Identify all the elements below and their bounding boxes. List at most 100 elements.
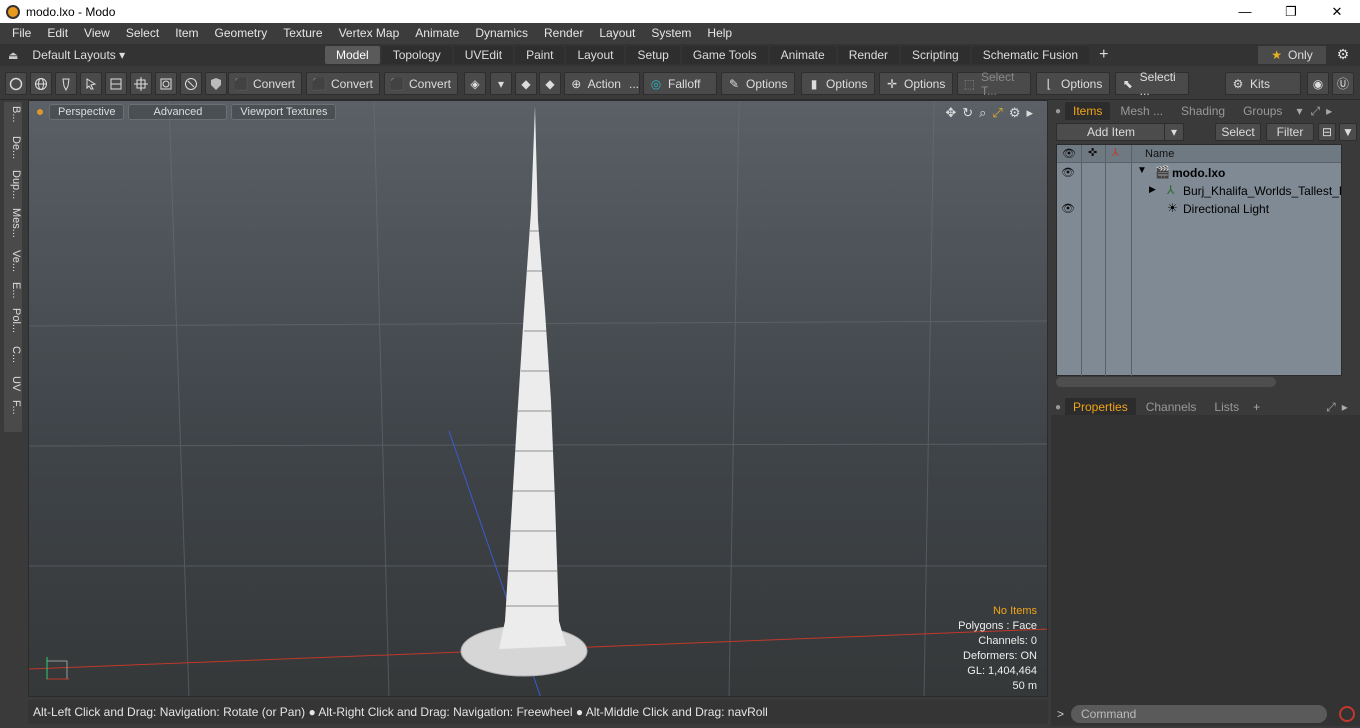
tab-paint[interactable]: Paint [515,46,565,64]
record-icon[interactable] [1339,706,1355,722]
viewport-expand-icon[interactable]: ▸ [1026,105,1033,121]
menu-item[interactable]: Item [167,23,206,44]
tab-items[interactable]: Items [1065,102,1111,120]
3d-viewport[interactable]: Perspective Advanced Viewport Textures ✥… [28,100,1048,697]
tab-groups[interactable]: Groups [1235,102,1290,120]
vtab-uv[interactable]: UV [4,376,22,391]
tree-horizontal-scrollbar[interactable] [1056,377,1276,387]
kits-button[interactable]: ⚙ Kits [1225,72,1301,95]
falloff-button[interactable]: ◎ Falloff [643,72,717,95]
expand-triangle-icon[interactable]: ▼ [1137,165,1147,176]
symmetry-button[interactable]: ◈ [464,72,486,95]
collapse-triangle-icon[interactable]: ▶ [1149,184,1156,195]
collapse-button[interactable]: ⊟ [1318,123,1336,141]
menu-view[interactable]: View [76,23,118,44]
name-column-header[interactable]: Name [1145,148,1174,160]
shield-toggle-button[interactable] [205,72,227,95]
vtab-vertex[interactable]: Ve... [4,250,22,272]
options-button-1[interactable]: ✎ Options [721,72,795,95]
tab-channels[interactable]: Channels [1138,398,1205,416]
tab-mesh[interactable]: Mesh ... [1112,102,1171,120]
select-vertices-button[interactable] [5,72,27,95]
tab-game-tools[interactable]: Game Tools [681,46,768,64]
select-items-button[interactable] [80,72,102,95]
unity-button[interactable]: ◉ [1307,72,1329,95]
tab-model[interactable]: Model [325,46,380,64]
convert-button-1[interactable]: ⬛ Convert [228,72,302,95]
convert-button-2[interactable]: ⬛ Convert [306,72,380,95]
panel-arrow-icon[interactable]: ▸ [1326,104,1332,118]
tab-lists[interactable]: Lists [1206,398,1247,416]
menu-render[interactable]: Render [536,23,591,44]
shading-dropdown[interactable]: Advanced [128,104,228,120]
fit-icon[interactable]: ⤢ [992,105,1002,121]
select-button[interactable]: Select [1215,123,1261,141]
menu-animate[interactable]: Animate [407,23,467,44]
panel-arrow-icon[interactable]: ▸ [1342,400,1348,414]
vtab-deform[interactable]: De... [4,136,22,159]
command-input[interactable]: Command [1071,705,1327,723]
select-polygons-button[interactable] [55,72,77,95]
menu-system[interactable]: System [643,23,699,44]
snap-button[interactable]: ◆ [515,72,537,95]
layout-home-icon[interactable]: ⏏ [8,49,18,62]
tab-render[interactable]: Render [837,46,900,64]
vtab-edge[interactable]: E... [4,282,22,299]
only-toggle[interactable]: ★ Only [1258,46,1326,64]
options-button-4[interactable]: ⌊ Options [1036,72,1110,95]
funnel-filter-button[interactable]: ▼ [1339,123,1357,141]
menu-file[interactable]: File [4,23,39,44]
viewport-settings-icon[interactable]: ⚙ [1009,105,1021,121]
close-button[interactable]: ✕ [1314,0,1360,23]
options-button-2[interactable]: ▮ Options [801,72,875,95]
gear-icon[interactable]: ⚙ [1334,46,1352,64]
add-item-dropdown[interactable]: ▾ [1164,123,1184,141]
tab-schematic-fusion[interactable]: Schematic Fusion [971,46,1090,64]
tab-uvedit[interactable]: UVEdit [453,46,514,64]
menu-help[interactable]: Help [699,23,740,44]
maximize-button[interactable]: ❐ [1268,0,1314,23]
perspective-dropdown[interactable]: Perspective [49,104,125,120]
symmetry-dropdown[interactable]: ▾ [490,72,512,95]
type-column[interactable]: ⅄ [1106,145,1132,162]
menu-select[interactable]: Select [118,23,167,44]
menu-geometry[interactable]: Geometry [207,23,276,44]
unreal-button[interactable]: Ⓤ [1332,72,1354,95]
rotate-icon[interactable]: ↻ [962,105,973,121]
options-button-3[interactable]: ✛ Options [879,72,953,95]
vtab-mesh-edit[interactable]: Mes... [4,208,22,238]
menu-texture[interactable]: Texture [275,23,330,44]
panel-expand-icon[interactable]: ⤢ [1310,104,1320,119]
tabs-dropdown-icon[interactable]: ▾ [1296,104,1302,118]
menu-dynamics[interactable]: Dynamics [467,23,536,44]
tab-layout[interactable]: Layout [566,46,625,64]
vtab-curve[interactable]: C... [4,346,22,363]
add-tab-icon[interactable]: + [1253,400,1260,414]
tab-shading[interactable]: Shading [1173,102,1233,120]
select-through-button[interactable]: ⬚ Select T... [957,70,1031,98]
select-pivots-button[interactable] [130,72,152,95]
panel-expand-icon[interactable]: ⤢ [1326,400,1336,415]
select-edges-button[interactable] [30,72,52,95]
add-tab-icon[interactable]: + [1099,46,1108,64]
vtab-duplicate[interactable]: Dup... [4,170,22,199]
convert-button-3[interactable]: ⬛ Convert [384,72,458,95]
tab-topology[interactable]: Topology [381,46,452,64]
tab-properties[interactable]: Properties [1065,398,1136,416]
tab-setup[interactable]: Setup [626,46,680,64]
tree-row-scene[interactable]: 👁 ▼ 🎬 modo.lxo [1057,164,1341,182]
tree-row-mesh[interactable]: ▶ ⅄ Burj_Khalifa_Worlds_Tallest_B... [1057,182,1341,200]
viewport-textures-dropdown[interactable]: Viewport Textures [231,104,337,120]
workplane-button[interactable]: ◆ [539,72,561,95]
menu-edit[interactable]: Edit [39,23,76,44]
tab-scripting[interactable]: Scripting [901,46,970,64]
action-center-button[interactable]: ⊕ Action... [564,72,640,95]
menu-vertex-map[interactable]: Vertex Map [331,23,408,44]
select-edge-loop-button[interactable] [180,72,202,95]
selection-sets-button[interactable]: ⬉ Selecti ... [1115,70,1189,98]
select-centers-button[interactable] [155,72,177,95]
vtab-polygon[interactable]: Pol... [4,308,22,333]
pan-icon[interactable]: ✥ [945,105,956,121]
tree-row-light[interactable]: 👁 ☀ Directional Light [1057,200,1341,218]
minimize-button[interactable]: — [1222,0,1268,23]
